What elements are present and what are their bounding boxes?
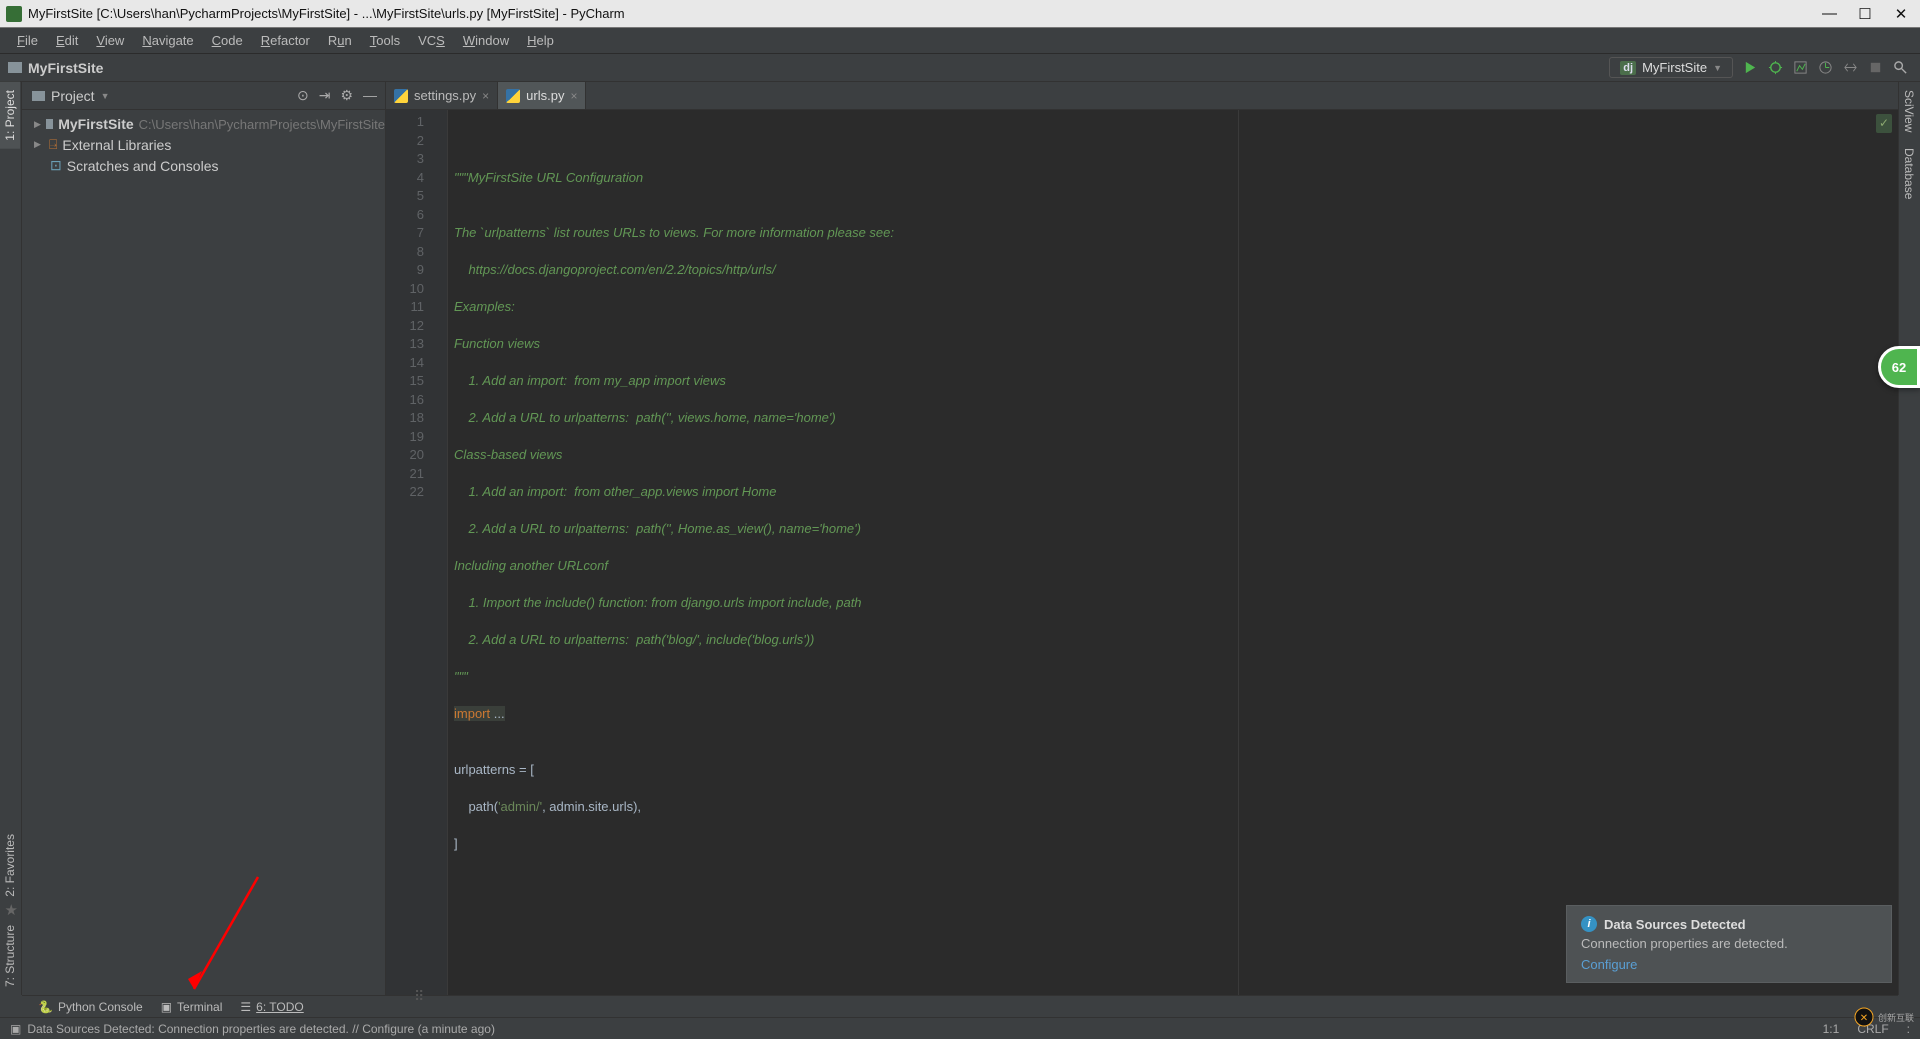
menu-tools[interactable]: Tools <box>361 33 409 48</box>
svg-text:✕: ✕ <box>1860 1013 1868 1024</box>
tab-settings[interactable]: settings.py × <box>386 82 498 109</box>
run-icon[interactable] <box>1743 60 1758 75</box>
locate-icon[interactable]: ⊙ <box>297 87 309 104</box>
configure-link[interactable]: Configure <box>1581 957 1877 972</box>
gutter[interactable]: 123456789101112131415161819202122 <box>386 110 434 995</box>
info-icon: i <box>1581 916 1597 932</box>
folder-icon <box>32 91 45 101</box>
left-tool-strip: 1: Project 7: Structure 2: Favorites ★ <box>0 82 22 995</box>
inspection-icon[interactable]: ✓ <box>1876 114 1892 133</box>
app-icon <box>6 6 22 22</box>
tab-structure[interactable]: 7: Structure <box>0 917 20 995</box>
folder-icon <box>8 62 22 73</box>
menu-run[interactable]: Run <box>319 33 361 48</box>
coverage-icon[interactable] <box>1793 60 1808 75</box>
grade-badge[interactable]: 62 <box>1878 346 1920 388</box>
drag-handle[interactable]: ⠿ <box>414 988 425 1005</box>
project-panel-title: Project <box>51 88 95 104</box>
notification-popup: iData Sources Detected Connection proper… <box>1566 905 1892 983</box>
star-icon: ★ <box>5 901 18 919</box>
gear-icon[interactable]: ⚙ <box>340 87 353 104</box>
close-icon[interactable]: × <box>570 89 577 103</box>
menu-vcs[interactable]: VCS <box>409 33 454 48</box>
fold-column[interactable] <box>434 110 448 995</box>
code-area[interactable]: ✓ """MyFirstSite URL Configuration The `… <box>448 110 1898 995</box>
tab-sciview[interactable]: SciView <box>1899 82 1919 140</box>
close-icon[interactable]: × <box>482 89 489 103</box>
attach-icon[interactable] <box>1843 60 1858 75</box>
menu-navigate[interactable]: Navigate <box>133 33 202 48</box>
close-button[interactable]: ✕ <box>1894 5 1908 23</box>
editor: settings.py × urls.py × 1234567891011121… <box>386 82 1898 995</box>
tree-root[interactable]: ▶ MyFirstSite C:\Users\han\PycharmProjec… <box>22 114 385 134</box>
python-console-button[interactable]: 🐍 Python Console <box>38 1000 143 1014</box>
menu-bar: File Edit View Navigate Code Refactor Ru… <box>0 28 1920 54</box>
python-file-icon <box>394 89 408 103</box>
navigation-bar: MyFirstSite dj MyFirstSite ▼ <box>0 54 1920 82</box>
menu-help[interactable]: Help <box>518 33 563 48</box>
menu-view[interactable]: View <box>87 33 133 48</box>
hide-icon[interactable]: — <box>363 87 377 104</box>
menu-edit[interactable]: Edit <box>47 33 87 48</box>
debug-icon[interactable] <box>1768 60 1783 75</box>
terminal-button[interactable]: ▣ Terminal <box>161 1000 223 1014</box>
status-message: Data Sources Detected: Connection proper… <box>27 1022 495 1036</box>
minimize-button[interactable]: — <box>1822 5 1836 23</box>
menu-code[interactable]: Code <box>203 33 252 48</box>
todo-button[interactable]: ☰ 6: TODO <box>240 1000 303 1014</box>
editor-tab-bar: settings.py × urls.py × <box>386 82 1898 110</box>
title-bar: MyFirstSite [C:\Users\han\PycharmProject… <box>0 0 1920 28</box>
profile-icon[interactable] <box>1818 60 1833 75</box>
tab-project[interactable]: 1: Project <box>0 82 20 149</box>
project-panel: Project ▼ ⊙ ⇥ ⚙ — ▶ MyFirstSite C:\Users… <box>22 82 386 995</box>
collapse-icon[interactable]: ⇥ <box>319 87 331 104</box>
search-icon[interactable] <box>1893 60 1908 75</box>
right-tool-strip: SciView Database <box>1898 82 1920 995</box>
watermark: ✕ 创新互联 <box>1854 1007 1914 1027</box>
run-config-selector[interactable]: dj MyFirstSite ▼ <box>1609 57 1733 78</box>
tree-scratches[interactable]: ⊡ Scratches and Consoles <box>22 155 385 176</box>
django-icon: dj <box>1620 61 1636 75</box>
tab-urls[interactable]: urls.py × <box>498 82 586 109</box>
tree-external[interactable]: ▶ ⍈ External Libraries <box>22 134 385 155</box>
menu-refactor[interactable]: Refactor <box>252 33 319 48</box>
status-bar: ▣ Data Sources Detected: Connection prop… <box>0 1017 1920 1039</box>
tab-database[interactable]: Database <box>1899 140 1919 207</box>
stop-icon[interactable] <box>1868 60 1883 75</box>
notification-body: Connection properties are detected. <box>1581 936 1877 951</box>
menu-window[interactable]: Window <box>454 33 518 48</box>
tab-favorites[interactable]: 2: Favorites <box>0 826 20 905</box>
menu-file[interactable]: File <box>8 33 47 48</box>
python-file-icon <box>506 89 520 103</box>
caret-position[interactable]: 1:1 <box>1823 1022 1840 1036</box>
breadcrumb[interactable]: MyFirstSite <box>28 60 103 76</box>
bottom-tool-bar: 🐍 Python Console ▣ Terminal ☰ 6: TODO <box>22 995 1898 1017</box>
title-text: MyFirstSite [C:\Users\han\PycharmProject… <box>28 6 625 21</box>
maximize-button[interactable]: ☐ <box>1858 5 1872 23</box>
